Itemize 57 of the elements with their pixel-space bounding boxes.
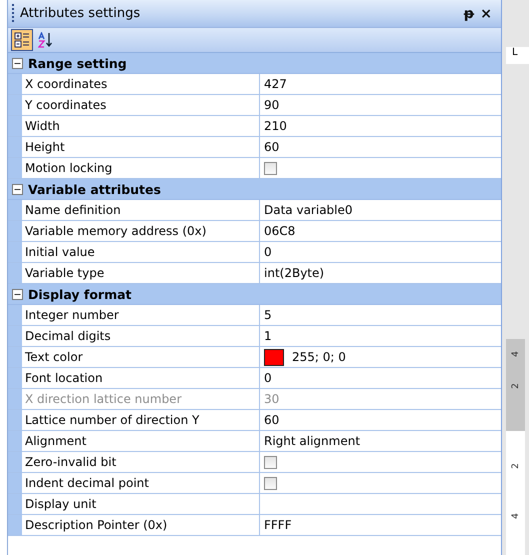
category-title: Display format bbox=[28, 286, 132, 302]
property-name: X direction lattice number bbox=[22, 389, 260, 409]
property-value[interactable]: 427 bbox=[264, 77, 287, 91]
categorized-view-button[interactable] bbox=[11, 29, 33, 51]
ruler-label: 4 bbox=[510, 351, 520, 357]
category-header[interactable]: Display format bbox=[8, 284, 501, 305]
property-value[interactable]: 0 bbox=[264, 245, 272, 259]
property-name: Y coordinates bbox=[22, 95, 260, 115]
property-name: Description Pointer (0x) bbox=[22, 515, 260, 535]
property-value[interactable]: 5 bbox=[264, 308, 272, 322]
ruler-corner: L bbox=[506, 47, 529, 64]
color-swatch[interactable] bbox=[264, 348, 284, 366]
property-value[interactable]: Data variable0 bbox=[264, 203, 353, 217]
collapse-icon[interactable] bbox=[12, 184, 23, 194]
category-title: Range setting bbox=[28, 56, 127, 70]
ruler-label: 4 bbox=[510, 513, 520, 519]
property-name: Indent decimal point bbox=[22, 473, 260, 493]
property-value[interactable]: 1 bbox=[264, 329, 272, 343]
property-value[interactable]: Right alignment bbox=[264, 434, 360, 448]
property-name: Text color bbox=[22, 347, 260, 367]
property-name: Lattice number of direction Y bbox=[22, 410, 260, 430]
property-value[interactable]: 90 bbox=[264, 98, 280, 112]
property-value[interactable]: 60 bbox=[264, 140, 280, 154]
window-title: Attributes settings bbox=[20, 6, 142, 21]
property-value[interactable]: FFFF bbox=[264, 518, 292, 532]
property-name: Width bbox=[22, 116, 260, 136]
collapse-icon[interactable] bbox=[12, 58, 23, 68]
close-button[interactable]: × bbox=[477, 6, 495, 22]
property-value[interactable]: int(2Byte) bbox=[264, 266, 324, 280]
property-name: Decimal digits bbox=[22, 326, 260, 346]
category-header[interactable]: Range setting bbox=[8, 53, 501, 74]
property-name: X coordinates bbox=[22, 74, 260, 94]
property-value[interactable]: 06C8 bbox=[264, 224, 296, 238]
property-name: Initial value bbox=[22, 242, 260, 262]
property-name: Zero-invalid bit bbox=[22, 452, 260, 472]
property-name: Motion locking bbox=[22, 158, 260, 178]
checkbox[interactable] bbox=[264, 162, 277, 174]
collapse-icon[interactable] bbox=[12, 288, 23, 300]
property-name: Display unit bbox=[22, 494, 260, 514]
property-name: Font location bbox=[22, 368, 260, 388]
property-value[interactable]: 0 bbox=[264, 371, 272, 385]
property-value[interactable]: 255; 0; 0 bbox=[292, 350, 346, 364]
property-name: Height bbox=[22, 137, 260, 157]
property-name: Integer number bbox=[22, 305, 260, 325]
property-name: Name definition bbox=[22, 200, 260, 220]
ruler-label: 2 bbox=[510, 463, 520, 469]
category-header[interactable]: Variable attributes bbox=[8, 179, 501, 200]
property-name: Alignment bbox=[22, 431, 260, 451]
pin-button[interactable]: ᵽ bbox=[460, 6, 478, 22]
category-title: Variable attributes bbox=[28, 182, 161, 196]
property-value[interactable]: 210 bbox=[264, 119, 287, 133]
property-value[interactable]: 60 bbox=[264, 413, 280, 427]
ruler-label: 2 bbox=[510, 383, 520, 389]
property-name: Variable memory address (0x) bbox=[22, 221, 260, 241]
checkbox[interactable] bbox=[264, 476, 277, 490]
checkbox[interactable] bbox=[264, 456, 277, 468]
property-name: Variable type bbox=[22, 263, 260, 283]
